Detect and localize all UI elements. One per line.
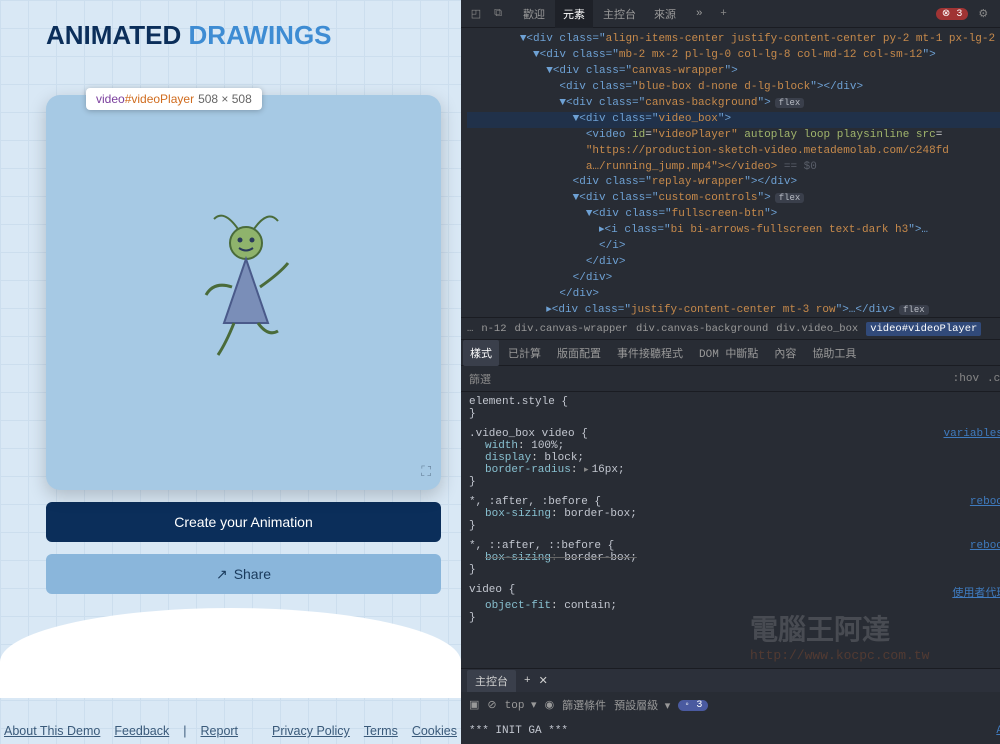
video-box[interactable]: ⛶ [46, 95, 441, 490]
error-badge[interactable]: ⊗ 3 [936, 8, 968, 20]
styles-tab-1[interactable]: 已計算 [501, 340, 548, 366]
console-source[interactable]: App.tsx:23 [996, 725, 1000, 737]
console-message: *** INIT GA *** App.tsx:23 [461, 718, 1000, 744]
add-drawer-tab[interactable]: + [524, 675, 531, 687]
styles-tabs: 樣式已計算版面配置事件接聽程式DOM 中斷點內容協助工具 [461, 340, 1000, 366]
breadcrumb-item[interactable]: div.canvas-background [636, 323, 768, 335]
styles-tab-3[interactable]: 事件接聽程式 [610, 340, 690, 366]
canvas-wrapper: ⛶ Create your Animation ↗ Share [46, 95, 441, 594]
elements-tree[interactable]: ▼<div class="align-items-center justify-… [461, 28, 1000, 318]
share-label: Share [234, 566, 271, 582]
close-drawer-icon[interactable]: ✕ [539, 676, 548, 688]
devtools-tab-1[interactable]: 元素 [555, 0, 593, 28]
fullscreen-icon[interactable]: ⛶ [421, 463, 431, 480]
console-filter[interactable]: 篩選條件 [562, 697, 606, 713]
app-pane: ANIMATED DRAWINGS video#videoPlayer 508 ×… [0, 0, 461, 744]
console-drawer-bar: 主控台 + ✕ [461, 668, 1000, 692]
breadcrumb-item[interactable]: div.canvas-wrapper [515, 323, 628, 335]
tooltip-id: #videoPlayer [125, 92, 194, 106]
title-word2: DRAWINGS [189, 20, 332, 50]
footer-feedback[interactable]: Feedback [114, 724, 169, 738]
styles-tab-0[interactable]: 樣式 [463, 340, 499, 366]
devtools-tab-3[interactable]: 來源 [646, 0, 684, 28]
console-tab[interactable]: 主控台 [467, 670, 516, 692]
breadcrumb-item[interactable]: video#videoPlayer [866, 322, 981, 336]
footer-about[interactable]: About This Demo [4, 724, 100, 738]
tooltip-tag: video [96, 92, 125, 106]
cls-toggle[interactable]: .cls [987, 373, 1000, 385]
breadcrumb-item[interactable]: … [467, 323, 473, 335]
styles-tab-2[interactable]: 版面配置 [550, 340, 608, 366]
styles-tab-6[interactable]: 協助工具 [805, 340, 863, 366]
inspector-tooltip: video#videoPlayer 508 × 508 [86, 88, 262, 110]
filter-label[interactable]: 篩選 [469, 371, 491, 387]
inspect-icon[interactable]: ◰ [467, 5, 485, 23]
devtools-pane: ◰ ⧉ 歡迎元素主控台來源 » + ⊗ 3 ⚙ ⋮ ⋯ ✕ ▼<div clas… [461, 0, 1000, 744]
styles-filter-row: 篩選 :hov .cls + ⧉ ▭ [461, 366, 1000, 392]
styles-tab-5[interactable]: 內容 [767, 340, 803, 366]
devtools-toolbar: ◰ ⧉ 歡迎元素主控台來源 » + ⊗ 3 ⚙ ⋮ ⋯ ✕ [461, 0, 1000, 28]
footer-links: About This Demo Feedback | Report Privac… [4, 724, 457, 738]
footer-cookies[interactable]: Cookies [412, 724, 457, 738]
styles-body[interactable]: element.style {}.video_box video {variab… [461, 392, 1000, 668]
device-icon[interactable]: ⧉ [489, 5, 507, 23]
live-expr-icon[interactable]: ◉ [545, 698, 555, 712]
footer-privacy[interactable]: Privacy Policy [272, 724, 350, 738]
breadcrumb-item[interactable]: div.video_box [776, 323, 858, 335]
log-level[interactable]: 預設層級 ▾ [614, 697, 670, 713]
title-word1: ANIMATED [46, 20, 189, 50]
console-text: *** INIT GA *** [469, 725, 568, 737]
footer-terms[interactable]: Terms [364, 724, 398, 738]
devtools-tab-2[interactable]: 主控台 [595, 0, 644, 28]
create-animation-button[interactable]: Create your Animation [46, 502, 441, 542]
share-button[interactable]: ↗ Share [46, 554, 441, 594]
breadcrumb-item[interactable]: n-12 [481, 323, 506, 335]
settings-icon[interactable]: ⚙ [974, 5, 992, 23]
devtools-tabs: 歡迎元素主控台來源 [515, 0, 684, 28]
clear-console-icon[interactable]: ⊘ [487, 698, 496, 712]
page-title: ANIMATED DRAWINGS [46, 20, 441, 51]
doodle-figure [184, 213, 304, 373]
devtools-tab-0[interactable]: 歡迎 [515, 0, 553, 28]
hov-toggle[interactable]: :hov [953, 373, 979, 385]
styles-tab-4[interactable]: DOM 中斷點 [692, 340, 765, 366]
breadcrumb[interactable]: … n-12 div.canvas-wrapper div.canvas-backgr… [461, 318, 1000, 340]
info-badge[interactable]: ◦ 3 [678, 700, 708, 711]
show-sidebar-icon[interactable]: ▣ [469, 698, 479, 712]
share-icon: ↗ [216, 566, 228, 583]
footer-report[interactable]: Report [201, 724, 239, 738]
add-tab-icon[interactable]: + [715, 5, 733, 23]
more-tabs[interactable]: » [688, 2, 711, 26]
context-selector[interactable]: top ▾ [505, 698, 537, 712]
tooltip-size: 508 × 508 [198, 92, 252, 106]
console-toolbar: ▣ ⊘ top ▾ ◉ 篩選條件 預設層級 ▾ ◦ 3 ⚙ [461, 692, 1000, 718]
